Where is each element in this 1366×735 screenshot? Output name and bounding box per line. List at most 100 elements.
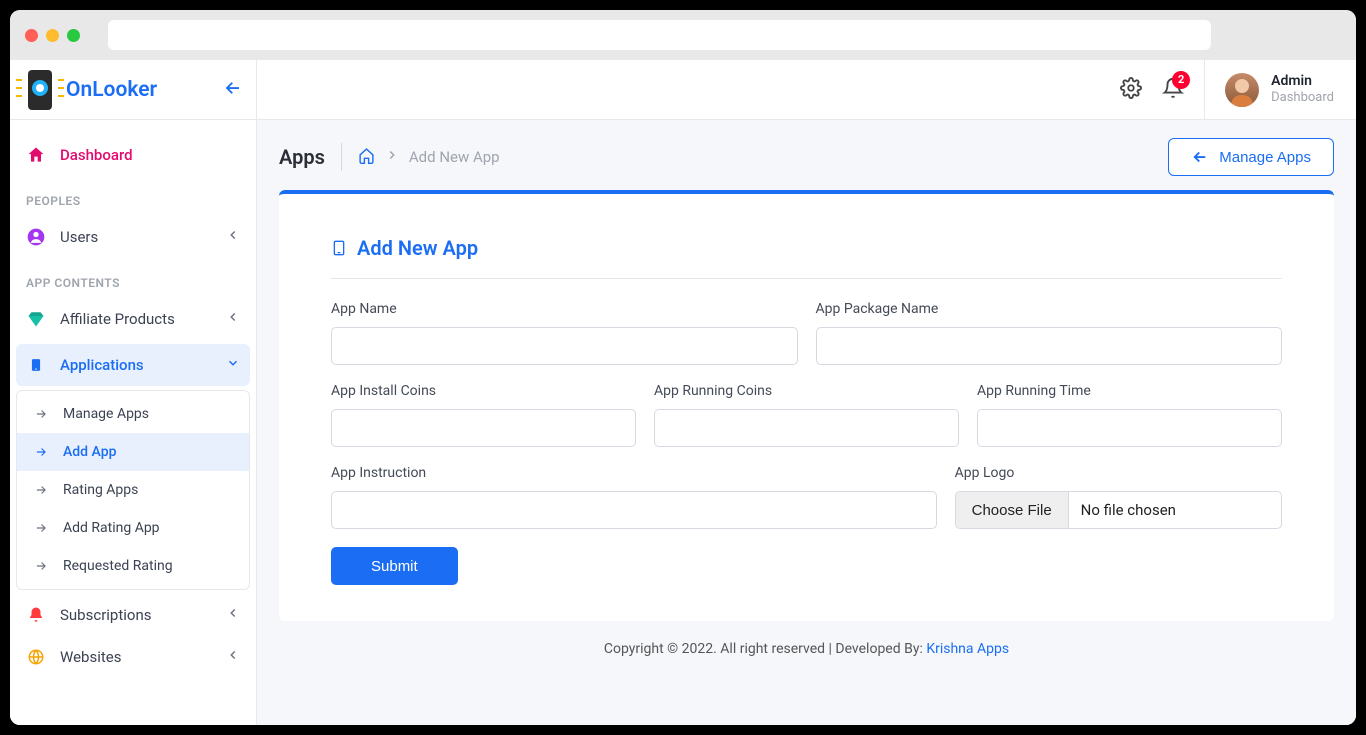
choose-file-button[interactable]: Choose File (956, 492, 1069, 528)
user-menu[interactable]: Admin Dashboard (1204, 60, 1334, 120)
submenu-rating-apps[interactable]: Rating Apps (17, 471, 249, 509)
card-title: Add New App (331, 236, 1282, 279)
breadcrumb-current: Add New App (409, 148, 500, 166)
sidebar-item-label: Users (60, 228, 212, 246)
field-logo: App Logo Choose File No file chosen (955, 465, 1282, 529)
arrow-right-icon (31, 556, 51, 576)
submit-button[interactable]: Submit (331, 547, 458, 585)
arrow-right-icon (31, 404, 51, 424)
submenu-add-app[interactable]: Add App (17, 433, 249, 471)
arrow-left-icon (1191, 148, 1209, 166)
diamond-icon (26, 309, 46, 329)
card-title-text: Add New App (357, 236, 478, 260)
user-text: Admin Dashboard (1271, 73, 1334, 105)
input-running-coins[interactable] (654, 409, 959, 447)
submenu-label: Add Rating App (63, 520, 160, 536)
notification-badge: 2 (1172, 71, 1190, 89)
chevron-down-icon (226, 356, 240, 374)
settings-button[interactable] (1120, 77, 1142, 103)
submenu-label: Rating Apps (63, 482, 138, 498)
sidebar-item-label: Dashboard (60, 146, 240, 164)
sidebar-item-affiliate[interactable]: Affiliate Products (10, 298, 256, 340)
field-app-package: App Package Name (816, 301, 1283, 365)
sidebar-collapse-button[interactable] (224, 79, 242, 101)
label-app-name: App Name (331, 301, 798, 317)
minimize-window-icon[interactable] (46, 29, 59, 42)
avatar (1225, 73, 1259, 107)
sidebar-item-label: Websites (60, 648, 212, 666)
chevron-left-icon (226, 648, 240, 666)
chevron-left-icon (226, 228, 240, 246)
home-icon (26, 145, 46, 165)
globe-icon (26, 647, 46, 667)
sidebar-item-websites[interactable]: Websites (10, 636, 256, 678)
label-running-coins: App Running Coins (654, 383, 959, 399)
user-icon (26, 227, 46, 247)
content-area: Apps Add New App Manage Apps (257, 120, 1356, 725)
footer-copyright: Copyright © 2022. All right reserved | D… (604, 641, 926, 657)
label-instruction: App Instruction (331, 465, 937, 481)
arrow-right-icon (31, 480, 51, 500)
field-running-coins: App Running Coins (654, 383, 959, 447)
main-area: 2 Admin Dashboard Apps (257, 60, 1356, 725)
input-install-coins[interactable] (331, 409, 636, 447)
sidebar-item-label: Subscriptions (60, 606, 212, 624)
app-body: OnLooker Dashboard PEOPLES Use (10, 60, 1356, 725)
sidebar-item-label: Applications (60, 356, 212, 374)
submenu-requested-rating[interactable]: Requested Rating (17, 547, 249, 585)
user-name: Admin (1271, 73, 1334, 90)
form-row: App Install Coins App Running Coins App … (331, 383, 1282, 447)
close-window-icon[interactable] (25, 29, 38, 42)
sidebar-item-users[interactable]: Users (10, 216, 256, 258)
chevron-right-icon (385, 148, 399, 166)
breadcrumb-home-icon[interactable] (358, 147, 375, 168)
submenu-label: Requested Rating (63, 558, 173, 574)
footer-link[interactable]: Krishna Apps (926, 641, 1009, 657)
sidebar-item-subscriptions[interactable]: Subscriptions (10, 594, 256, 636)
label-running-time: App Running Time (977, 383, 1282, 399)
input-running-time[interactable] (977, 409, 1282, 447)
sidebar-item-applications[interactable]: Applications (16, 344, 250, 386)
form-card: Add New App App Name App Package Name (279, 190, 1334, 621)
notifications-button[interactable]: 2 (1162, 77, 1184, 103)
url-bar[interactable] (108, 20, 1211, 50)
chevron-left-icon (226, 310, 240, 328)
button-label: Manage Apps (1219, 149, 1311, 166)
file-status-text: No file chosen (1069, 492, 1188, 528)
sidebar-section-app-contents: APP CONTENTS (10, 258, 256, 298)
sidebar-header: OnLooker (10, 60, 256, 120)
bell-icon (26, 605, 46, 625)
maximize-window-icon[interactable] (67, 29, 80, 42)
form-row: App Name App Package Name (331, 301, 1282, 365)
sidebar-item-label: Affiliate Products (60, 310, 212, 328)
divider (341, 143, 342, 171)
file-input-wrap[interactable]: Choose File No file chosen (955, 491, 1282, 529)
input-app-name[interactable] (331, 327, 798, 365)
page-title: Apps (279, 145, 325, 169)
input-instruction[interactable] (331, 491, 937, 529)
sidebar: OnLooker Dashboard PEOPLES Use (10, 60, 257, 725)
field-running-time: App Running Time (977, 383, 1282, 447)
page-header: Apps Add New App Manage Apps (279, 138, 1334, 176)
submenu-manage-apps[interactable]: Manage Apps (17, 395, 249, 433)
breadcrumb: Add New App (358, 147, 500, 168)
applications-submenu: Manage Apps Add App Rating Apps (16, 390, 250, 590)
submenu-label: Add App (63, 444, 116, 460)
manage-apps-button[interactable]: Manage Apps (1168, 138, 1334, 176)
chevron-left-icon (226, 606, 240, 624)
phone-icon (26, 355, 46, 375)
label-install-coins: App Install Coins (331, 383, 636, 399)
phone-outline-icon (331, 237, 347, 259)
arrow-right-icon (31, 442, 51, 462)
label-app-package: App Package Name (816, 301, 1283, 317)
submenu-label: Manage Apps (63, 406, 149, 422)
field-app-name: App Name (331, 301, 798, 365)
brand-name: OnLooker (66, 78, 157, 102)
topbar: 2 Admin Dashboard (257, 60, 1356, 120)
arrow-right-icon (31, 518, 51, 538)
sidebar-section-peoples: PEOPLES (10, 176, 256, 216)
input-app-package[interactable] (816, 327, 1283, 365)
submenu-add-rating-app[interactable]: Add Rating App (17, 509, 249, 547)
browser-titlebar (10, 10, 1356, 60)
sidebar-item-dashboard[interactable]: Dashboard (10, 134, 256, 176)
